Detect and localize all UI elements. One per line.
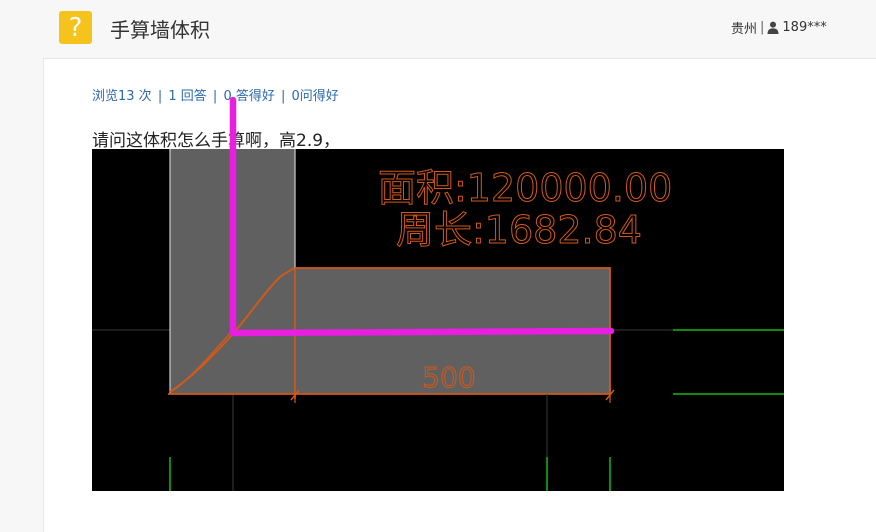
left-strip xyxy=(0,0,44,532)
vertical-wall-fill xyxy=(170,149,295,394)
stats-divider: | xyxy=(212,89,218,104)
stats-divider: | xyxy=(280,89,286,104)
question-text: 请问这体积怎么手算啊，高2.9， xyxy=(92,131,341,151)
good-questions-count: 0问得好 xyxy=(291,89,339,104)
dimension-label: 500 xyxy=(422,361,475,394)
cad-drawing: 500 面积:120000.00 周长:1682.84 xyxy=(92,149,784,491)
user-area[interactable]: 贵州 | 189*** xyxy=(731,18,827,37)
perimeter-label: 周长:1682.84 xyxy=(396,208,642,252)
question-mark-icon[interactable]: ? xyxy=(59,11,92,44)
area-label: 面积:120000.00 xyxy=(378,166,672,210)
answers-count[interactable]: 1 回答 xyxy=(168,89,206,104)
stats-divider: | xyxy=(157,89,163,104)
cad-screenshot: 500 面积:120000.00 周长:1682.84 xyxy=(92,149,784,491)
separator: | xyxy=(760,20,765,35)
user-id: 189*** xyxy=(782,20,827,35)
views-count: 浏览13 次 xyxy=(92,89,152,104)
location-text: 贵州 xyxy=(731,22,758,37)
question-stats: 浏览13 次 | 1 回答 | 0 答得好 | 0问得好 xyxy=(92,85,339,104)
person-icon xyxy=(767,21,779,34)
good-answers-count: 0 答得好 xyxy=(223,89,275,104)
page-title: 手算墙体积 xyxy=(110,18,210,42)
